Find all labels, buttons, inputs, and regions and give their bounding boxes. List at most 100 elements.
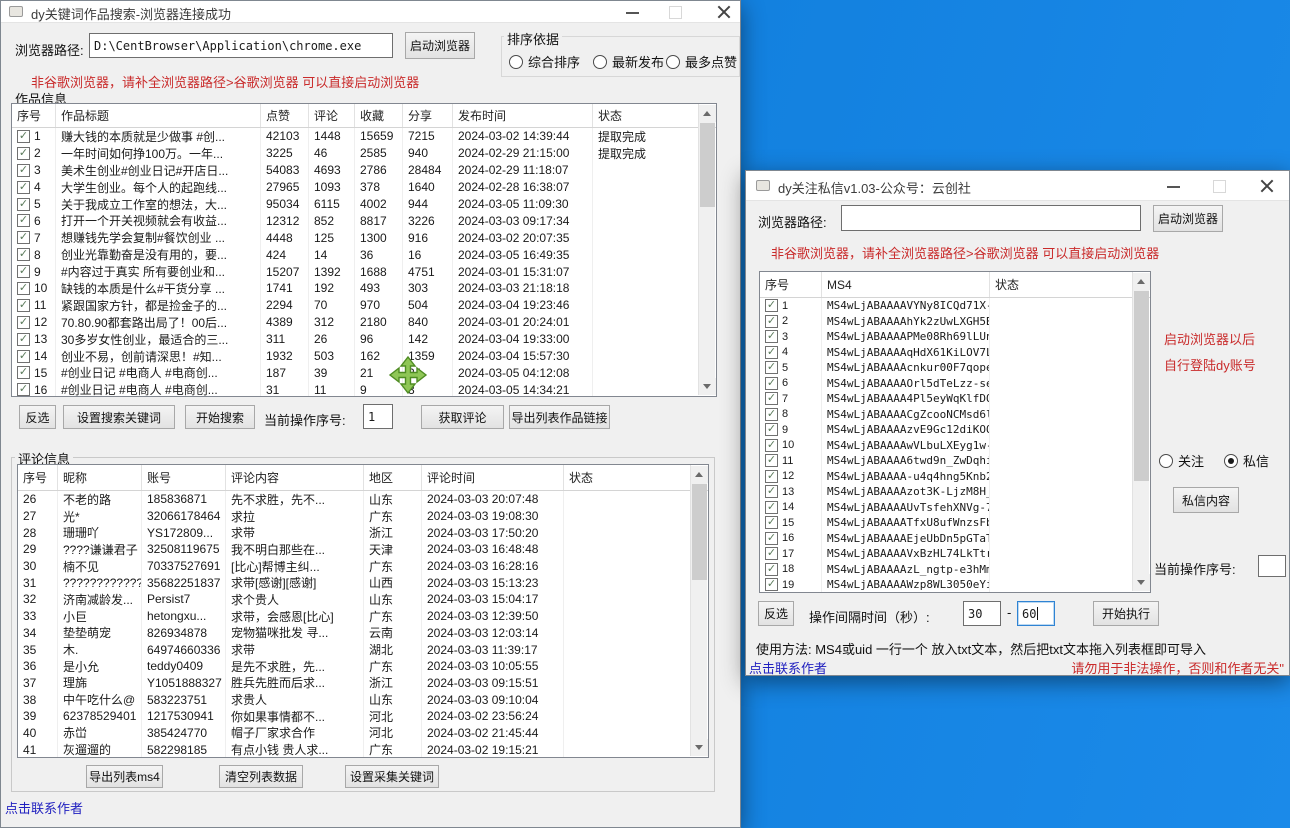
row-checkbox[interactable]: ✓: [17, 350, 30, 363]
column-header[interactable]: 序号: [760, 272, 822, 297]
row-checkbox[interactable]: ✓: [765, 408, 778, 421]
table-row[interactable]: ✓7想赚钱先学会复制#餐饮创业 ...444812513009162024-03…: [12, 229, 716, 246]
mode-follow-radio[interactable]: 关注: [1159, 451, 1204, 470]
column-header[interactable]: 评论时间: [422, 465, 564, 490]
table-row[interactable]: ✓1赚大钱的本质就是少做事 #创...421031448156597215202…: [12, 128, 716, 145]
table-row[interactable]: ✓1270.80.90都套路出局了！00后...4389312218084020…: [12, 314, 716, 331]
get-comments-button[interactable]: 获取评论: [421, 405, 504, 429]
contact-author-link[interactable]: 点击联系作者: [5, 798, 83, 817]
table-row[interactable]: ✓7MS4wLjABAAAA4Pl5eyWqKlfDQM...: [760, 391, 1150, 407]
table-row[interactable]: ✓12MS4wLjABAAAA-u4q4hng5Knb2h...: [760, 469, 1150, 485]
radio-icon[interactable]: [593, 55, 607, 69]
column-header[interactable]: 序号: [18, 465, 58, 490]
table-row[interactable]: ✓9MS4wLjABAAAAzvE9Gc12diKOOx...: [760, 422, 1150, 438]
row-checkbox[interactable]: ✓: [17, 316, 30, 329]
ms4-scrollbar[interactable]: [1132, 273, 1149, 591]
table-row[interactable]: ✓11MS4wLjABAAAA6twd9n_ZwDqhij...: [760, 453, 1150, 469]
row-checkbox[interactable]: ✓: [765, 299, 778, 312]
column-header[interactable]: 收藏: [355, 104, 403, 127]
column-header[interactable]: 状态: [990, 272, 1133, 297]
ms4-list-header[interactable]: 序号MS4状态: [760, 272, 1150, 298]
set-search-keywords-button[interactable]: 设置搜索关键词: [63, 405, 175, 429]
scroll-thumb[interactable]: [1134, 291, 1149, 481]
table-row[interactable]: ✓3美术生创业#创业日记#开店日...540834693278628484202…: [12, 162, 716, 179]
table-row[interactable]: 28珊珊吖YS172809...求带浙江2024-03-03 17:50:20: [18, 524, 708, 541]
table-row[interactable]: ✓19MS4wLjABAAAAWzp8WL3050eYir...: [760, 577, 1150, 593]
row-checkbox[interactable]: ✓: [765, 392, 778, 405]
maximize-button[interactable]: [1204, 177, 1234, 195]
table-row[interactable]: ✓18MS4wLjABAAAAzL_ngtp-e3hMm4...: [760, 562, 1150, 578]
start-execute-button[interactable]: 开始执行: [1093, 601, 1159, 626]
column-header[interactable]: 点赞: [261, 104, 309, 127]
table-row[interactable]: ✓4MS4wLjABAAAAqHdX61KiLOV7LE...: [760, 345, 1150, 361]
table-row[interactable]: 38中午吃什么@583223751求贵人山东2024-03-03 09:10:0…: [18, 691, 708, 708]
right-titlebar[interactable]: dy关注私信v1.03-公众号：云创社: [746, 171, 1289, 201]
maximize-button[interactable]: [660, 3, 690, 21]
column-header[interactable]: 评论: [309, 104, 355, 127]
column-header[interactable]: 状态: [593, 104, 699, 127]
column-header[interactable]: 昵称: [58, 465, 142, 490]
minimize-button[interactable]: [618, 3, 648, 21]
table-row[interactable]: 34垫垫萌宠826934878宠物猫咪批发 寻...云南2024-03-03 1…: [18, 625, 708, 642]
current-index-input[interactable]: 1: [363, 404, 393, 429]
row-checkbox[interactable]: ✓: [765, 423, 778, 436]
table-row[interactable]: ✓10缺钱的本质是什么#干货分享 ...17411924933032024-03…: [12, 280, 716, 297]
dm-content-button[interactable]: 私信内容: [1173, 487, 1239, 513]
radio-icon[interactable]: [1159, 454, 1173, 468]
table-row[interactable]: 33小巨hetongxu...求带，会感恩[比心]广东2024-03-03 12…: [18, 608, 708, 625]
row-checkbox[interactable]: ✓: [17, 198, 30, 211]
table-row[interactable]: ✓11紧跟国家方针，都是捡金子的...2294709705042024-03-0…: [12, 297, 716, 314]
scroll-down-icon[interactable]: [691, 739, 708, 756]
column-header[interactable]: 地区: [364, 465, 422, 490]
comments-table-header[interactable]: 序号昵称账号评论内容地区评论时间状态: [18, 465, 708, 491]
row-checkbox[interactable]: ✓: [17, 181, 30, 194]
works-table-header[interactable]: 序号作品标题点赞评论收藏分享发布时间状态: [12, 104, 716, 128]
table-row[interactable]: 30楠不见70337527691[比心]帮博主纠...广东2024-03-03 …: [18, 558, 708, 575]
scroll-down-icon[interactable]: [1133, 574, 1150, 591]
table-row[interactable]: ✓14MS4wLjABAAAAUvTsfehXNVg-7Z...: [760, 500, 1150, 516]
table-row[interactable]: ✓8MS4wLjABAAAACgZcooNCMsd6lm...: [760, 407, 1150, 423]
row-checkbox[interactable]: ✓: [765, 361, 778, 374]
table-row[interactable]: 29????谦谦君子32508119675我不明白那些在...天津2024-03…: [18, 541, 708, 558]
row-checkbox[interactable]: ✓: [17, 214, 30, 227]
row-checkbox[interactable]: ✓: [17, 231, 30, 244]
row-checkbox[interactable]: ✓: [765, 454, 778, 467]
table-row[interactable]: 32济南减龄发...Persist7求个贵人山东2024-03-03 15:04…: [18, 591, 708, 608]
radio-icon[interactable]: [509, 55, 523, 69]
table-row[interactable]: ✓15MS4wLjABAAAATfxU8ufWnzsFbe...: [760, 515, 1150, 531]
table-row[interactable]: ✓5MS4wLjABAAAAcnkur00F7qopeq...: [760, 360, 1150, 376]
column-header[interactable]: 状态: [564, 465, 691, 490]
table-row[interactable]: 36是小允teddy0409是先不求胜，先...广东2024-03-03 10:…: [18, 658, 708, 675]
row-checkbox[interactable]: ✓: [765, 563, 778, 576]
column-header[interactable]: 序号: [12, 104, 56, 127]
set-collect-keywords-button[interactable]: 设置采集关键词: [345, 765, 439, 788]
export-work-links-button[interactable]: 导出列表作品链接: [509, 405, 610, 429]
row-checkbox[interactable]: ✓: [765, 547, 778, 560]
table-row[interactable]: ✓2MS4wLjABAAAAhYk2zUwLXGH5BV...: [760, 314, 1150, 330]
row-checkbox[interactable]: ✓: [765, 485, 778, 498]
minimize-button[interactable]: [1159, 177, 1189, 195]
export-ms4-button[interactable]: 导出列表ms4: [86, 765, 163, 788]
column-header[interactable]: MS4: [822, 272, 990, 297]
row-checkbox[interactable]: ✓: [17, 383, 30, 396]
row-checkbox[interactable]: ✓: [765, 346, 778, 359]
radio-selected-icon[interactable]: [1224, 454, 1238, 468]
close-button[interactable]: [1252, 177, 1282, 195]
row-checkbox[interactable]: ✓: [17, 164, 30, 177]
works-scrollbar[interactable]: [698, 105, 715, 395]
table-row[interactable]: ✓9#内容过于真实 所有要创业和...152071392168847512024…: [12, 263, 716, 280]
table-row[interactable]: 37理旆Y1051888327胜兵先胜而后求...浙江2024-03-03 09…: [18, 675, 708, 692]
table-row[interactable]: ✓3MS4wLjABAAAAPMe08Rh69lLUnd...: [760, 329, 1150, 345]
table-row[interactable]: ✓17MS4wLjABAAAAVxBzHL74LkTtrE...: [760, 546, 1150, 562]
column-header[interactable]: 评论内容: [226, 465, 364, 490]
row-checkbox[interactable]: ✓: [765, 501, 778, 514]
table-row[interactable]: ✓13MS4wLjABAAAAzot3K-LjzM8H_P...: [760, 484, 1150, 500]
scroll-thumb[interactable]: [692, 484, 707, 580]
table-row[interactable]: ✓8创业光靠勤奋是没有用的，要...4241436162024-03-05 16…: [12, 246, 716, 263]
table-row[interactable]: ✓16#创业日记 #电商人 #电商创...3111932024-03-05 14…: [12, 381, 716, 397]
comments-scrollbar[interactable]: [690, 466, 707, 756]
launch-browser-button[interactable]: 启动浏览器: [1153, 205, 1223, 232]
left-titlebar[interactable]: dy关键词作品搜索-浏览器连接成功: [1, 1, 740, 23]
current-index-input[interactable]: [1258, 555, 1286, 577]
table-row[interactable]: ✓1330多岁女性创业，最适合的三...31126961422024-03-04…: [12, 331, 716, 348]
